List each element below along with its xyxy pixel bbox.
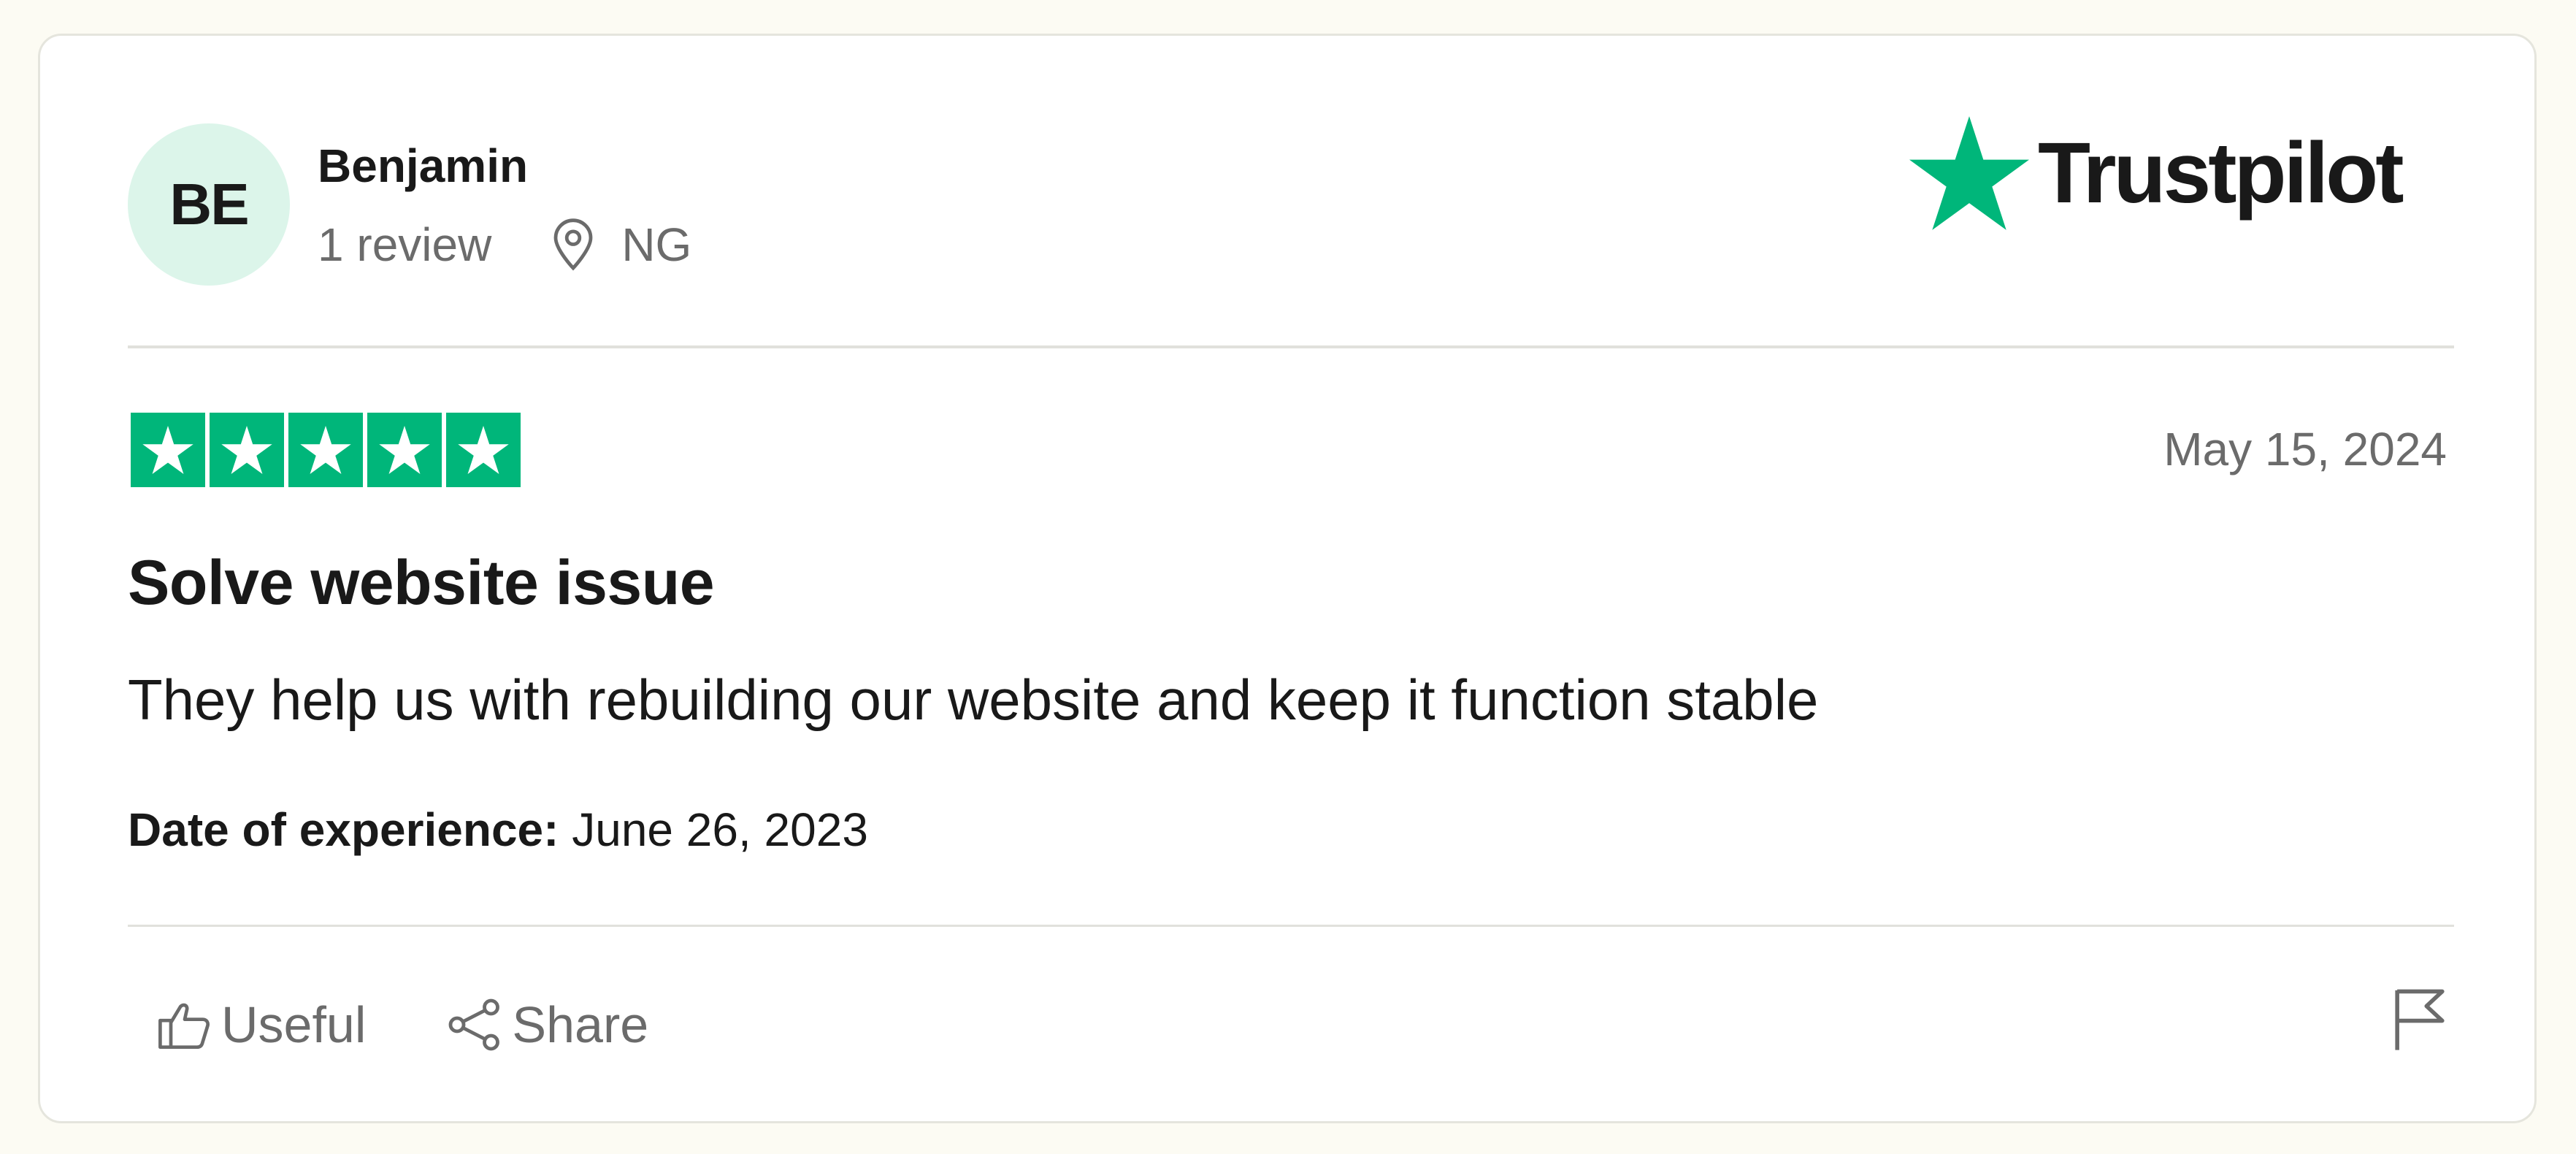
rating-star-5 <box>446 413 521 487</box>
star-icon <box>142 426 193 474</box>
reviewer-name[interactable]: Benjamin <box>318 137 528 195</box>
header-divider <box>128 345 2454 348</box>
footer-divider <box>128 925 2454 927</box>
experience-date: June 26, 2023 <box>572 803 868 856</box>
thumbs-up-icon <box>158 1003 210 1050</box>
avatar[interactable]: BE <box>128 123 290 286</box>
share-button[interactable]: Share <box>446 994 648 1055</box>
share-label: Share <box>512 996 649 1053</box>
reviewer-meta: 1 review NG <box>318 215 691 274</box>
date-of-experience: Date of experience: June 26, 2023 <box>128 799 868 860</box>
share-icon <box>449 998 500 1051</box>
trustpilot-star-icon <box>1909 116 2029 230</box>
review-card: BE Benjamin 1 review NG Trustpilot May 1… <box>38 34 2537 1123</box>
star-rating <box>131 413 521 487</box>
star-icon <box>221 426 272 474</box>
rating-star-1 <box>131 413 205 487</box>
report-button[interactable] <box>2393 987 2447 1052</box>
review-actions: Useful Share <box>157 994 648 1055</box>
rating-star-4 <box>367 413 442 487</box>
experience-label: Date of experience: <box>128 803 559 856</box>
review-date: May 15, 2024 <box>2163 423 2447 475</box>
star-icon <box>379 426 430 474</box>
rating-star-3 <box>288 413 363 487</box>
rating-star-2 <box>210 413 284 487</box>
review-body: They help us with rebuilding our website… <box>128 668 1819 732</box>
location-pin-icon <box>553 218 593 271</box>
reviewer-location: NG <box>621 218 692 271</box>
useful-button[interactable]: Useful <box>157 994 366 1055</box>
trustpilot-logo[interactable]: Trustpilot <box>1909 116 2404 230</box>
review-title[interactable]: Solve website issue <box>128 545 715 621</box>
review-count: 1 review <box>318 218 492 271</box>
star-icon <box>458 426 509 474</box>
useful-label: Useful <box>221 996 367 1053</box>
flag-icon <box>2395 989 2445 1050</box>
star-icon <box>300 426 351 474</box>
trustpilot-wordmark: Trustpilot <box>2038 125 2404 221</box>
